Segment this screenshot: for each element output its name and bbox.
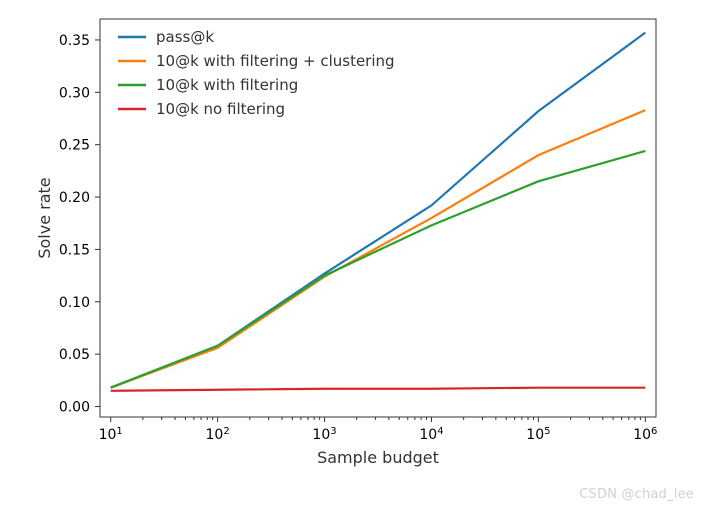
- svg-text:105: 105: [526, 426, 550, 444]
- series-line-2: [111, 151, 646, 388]
- legend-label-1: 10@k with filtering + clustering: [156, 52, 395, 70]
- svg-text:103: 103: [312, 426, 336, 444]
- svg-text:0.15: 0.15: [59, 242, 90, 258]
- series-line-3: [111, 388, 646, 391]
- svg-text:0.35: 0.35: [59, 33, 90, 49]
- chart-container: 0.00 0.05 0.10 0.15 0.20 0.25 0.30 0.35 101 102 10…: [30, 5, 670, 475]
- svg-text:0.05: 0.05: [59, 347, 90, 363]
- svg-text:0.10: 0.10: [59, 295, 90, 311]
- line-chart: 0.00 0.05 0.10 0.15 0.20 0.25 0.30 0.35 101 102 10…: [30, 5, 670, 475]
- svg-text:102: 102: [206, 426, 230, 444]
- watermark: CSDN @chad_lee: [579, 487, 694, 502]
- legend-label-0: pass@k: [156, 28, 214, 46]
- svg-text:0.30: 0.30: [59, 85, 90, 101]
- legend-label-3: 10@k no filtering: [156, 100, 285, 118]
- svg-text:106: 106: [633, 426, 657, 444]
- x-axis-label: Sample budget: [317, 448, 439, 467]
- svg-text:0.25: 0.25: [59, 138, 90, 154]
- svg-text:101: 101: [99, 426, 123, 444]
- legend: pass@k 10@k with filtering + clustering 10…: [118, 28, 395, 118]
- svg-text:0.00: 0.00: [59, 400, 90, 416]
- svg-text:0.20: 0.20: [59, 190, 90, 206]
- series-line-1: [111, 110, 646, 388]
- legend-label-2: 10@k with filtering: [156, 76, 298, 94]
- svg-text:104: 104: [419, 426, 443, 444]
- y-axis-label: Solve rate: [35, 177, 54, 258]
